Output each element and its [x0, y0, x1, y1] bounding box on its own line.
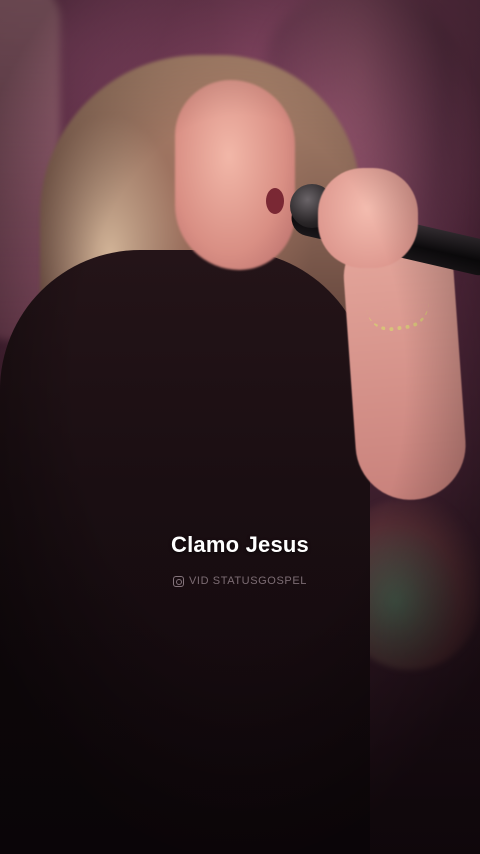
singer-face	[175, 80, 295, 270]
lyric-caption: Clamo Jesus	[171, 532, 309, 557]
singer-hand	[318, 168, 418, 268]
video-frame[interactable]: Clamo Jesus VID STATUSGOSPEL	[0, 0, 480, 854]
instagram-icon	[173, 575, 184, 587]
singer-mouth	[266, 188, 284, 214]
watermark-text: VID STATUSGOSPEL	[189, 575, 307, 587]
watermark: VID STATUSGOSPEL	[0, 575, 480, 587]
